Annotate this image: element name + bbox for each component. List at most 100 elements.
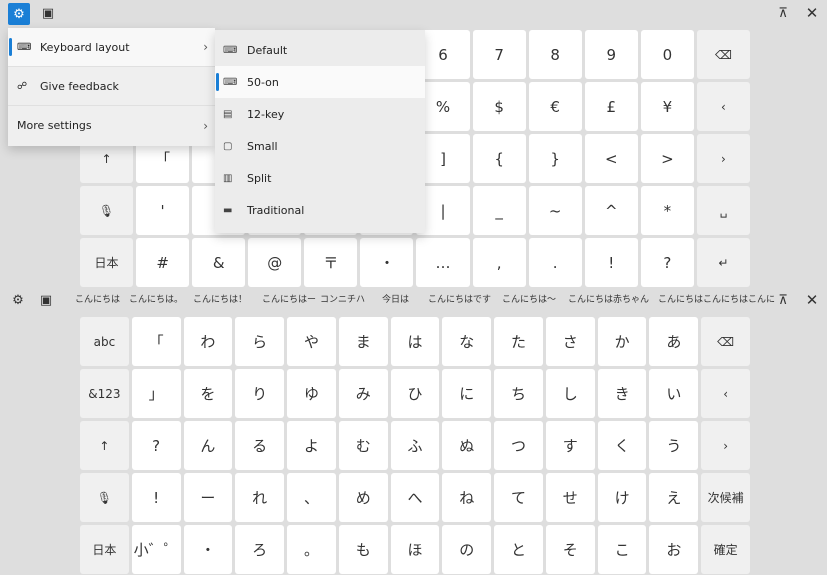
close-icon[interactable]: ✕: [804, 291, 820, 309]
key[interactable]: 0: [640, 30, 694, 79]
key[interactable]: つ: [494, 421, 543, 470]
key[interactable]: す: [545, 421, 595, 470]
key[interactable]: ›: [696, 134, 750, 183]
suggestion[interactable]: こんに: [748, 292, 775, 305]
key[interactable]: ん: [183, 421, 233, 470]
key[interactable]: _: [472, 186, 526, 235]
key[interactable]: へ: [390, 473, 440, 522]
key[interactable]: ^: [584, 186, 638, 235]
key[interactable]: お: [649, 525, 699, 574]
key[interactable]: $: [472, 82, 526, 131]
key[interactable]: abc: [80, 317, 129, 366]
key[interactable]: 日本: [80, 238, 134, 287]
key[interactable]: ね: [442, 473, 492, 522]
key[interactable]: 」: [131, 369, 181, 418]
key[interactable]: き: [597, 369, 647, 418]
key[interactable]: し: [545, 369, 595, 418]
suggestion[interactable]: こんにちは赤ちゃん: [568, 292, 649, 305]
key[interactable]: ・: [183, 525, 233, 574]
key[interactable]: な: [442, 317, 492, 366]
key[interactable]: ~: [528, 186, 582, 235]
key[interactable]: を: [183, 369, 233, 418]
suggestion[interactable]: 今日は: [382, 292, 409, 305]
key[interactable]: よ: [287, 421, 336, 470]
key[interactable]: さ: [545, 317, 595, 366]
key[interactable]: @: [248, 238, 302, 287]
key[interactable]: ,: [472, 238, 526, 287]
key[interactable]: く: [597, 421, 647, 470]
key[interactable]: め: [338, 473, 388, 522]
key[interactable]: わ: [183, 317, 233, 366]
key[interactable]: ら: [235, 317, 285, 366]
key[interactable]: む: [338, 421, 388, 470]
key[interactable]: €: [528, 82, 582, 131]
close-icon[interactable]: ✕: [804, 4, 820, 22]
key[interactable]: ?: [131, 421, 181, 470]
key[interactable]: せ: [545, 473, 595, 522]
key[interactable]: と: [494, 525, 543, 574]
settings-gear-icon[interactable]: ⚙: [8, 3, 30, 25]
submenu-item-default[interactable]: ⌨ Default: [215, 34, 425, 66]
key[interactable]: 次候補: [701, 473, 750, 522]
suggestion[interactable]: コンニチハ: [320, 292, 365, 305]
key[interactable]: の: [442, 525, 492, 574]
submenu-item-12-key[interactable]: ▤ 12-key: [215, 98, 425, 130]
key[interactable]: り: [235, 369, 285, 418]
key[interactable]: >: [640, 134, 694, 183]
submenu-item-split[interactable]: ▥ Split: [215, 162, 425, 194]
key[interactable]: る: [235, 421, 285, 470]
key[interactable]: た: [494, 317, 543, 366]
key[interactable]: <: [584, 134, 638, 183]
suggestion[interactable]: こんにちは: [75, 292, 120, 305]
key[interactable]: い: [649, 369, 699, 418]
key[interactable]: ひ: [390, 369, 440, 418]
key[interactable]: 8: [528, 30, 582, 79]
key[interactable]: ⌫: [701, 317, 750, 366]
key[interactable]: こ: [597, 525, 647, 574]
key[interactable]: #: [136, 238, 190, 287]
menu-item-give-feedback[interactable]: ☍ Give feedback: [8, 67, 215, 106]
key[interactable]: ち: [494, 369, 543, 418]
key[interactable]: ー: [183, 473, 233, 522]
dock-icon[interactable]: ⊼: [775, 291, 791, 309]
suggestion[interactable]: こんにちはです: [428, 292, 491, 305]
key[interactable]: あ: [649, 317, 699, 366]
key[interactable]: そ: [545, 525, 595, 574]
key[interactable]: !: [584, 238, 638, 287]
key[interactable]: 🎙: [80, 473, 129, 522]
key[interactable]: う: [649, 421, 699, 470]
key[interactable]: 〒: [304, 238, 358, 287]
key[interactable]: も: [338, 525, 388, 574]
suggestion[interactable]: こんにちは！: [193, 292, 247, 305]
key[interactable]: …: [416, 238, 470, 287]
settings-gear-icon[interactable]: ⚙: [10, 292, 26, 308]
key[interactable]: 7: [472, 30, 526, 79]
key[interactable]: ふ: [390, 421, 440, 470]
key[interactable]: .: [528, 238, 582, 287]
key[interactable]: 日本: [80, 525, 129, 574]
key[interactable]: 9: [584, 30, 638, 79]
key[interactable]: ゆ: [287, 369, 336, 418]
submenu-item-small[interactable]: ▢ Small: [215, 130, 425, 162]
key[interactable]: ⌫: [696, 30, 750, 79]
menu-item-more-settings[interactable]: More settings ›: [8, 106, 215, 145]
key[interactable]: 🎙: [80, 186, 134, 235]
key[interactable]: 、: [287, 473, 336, 522]
key[interactable]: 確定: [701, 525, 750, 574]
key[interactable]: は: [390, 317, 440, 366]
key[interactable]: {: [472, 134, 526, 183]
sticker-icon[interactable]: ▣: [40, 5, 56, 21]
dock-icon[interactable]: ⊼: [775, 4, 791, 22]
key[interactable]: ↑: [80, 421, 129, 470]
key[interactable]: に: [442, 369, 492, 418]
suggestion[interactable]: こんにちはこんにちは: [658, 292, 748, 305]
suggestion[interactable]: こんにちはー: [262, 292, 316, 305]
key[interactable]: ␣: [696, 186, 750, 235]
key[interactable]: み: [338, 369, 388, 418]
key[interactable]: え: [649, 473, 699, 522]
key[interactable]: れ: [235, 473, 285, 522]
key[interactable]: !: [131, 473, 181, 522]
key[interactable]: か: [597, 317, 647, 366]
key[interactable]: ま: [338, 317, 388, 366]
key[interactable]: &123: [80, 369, 129, 418]
